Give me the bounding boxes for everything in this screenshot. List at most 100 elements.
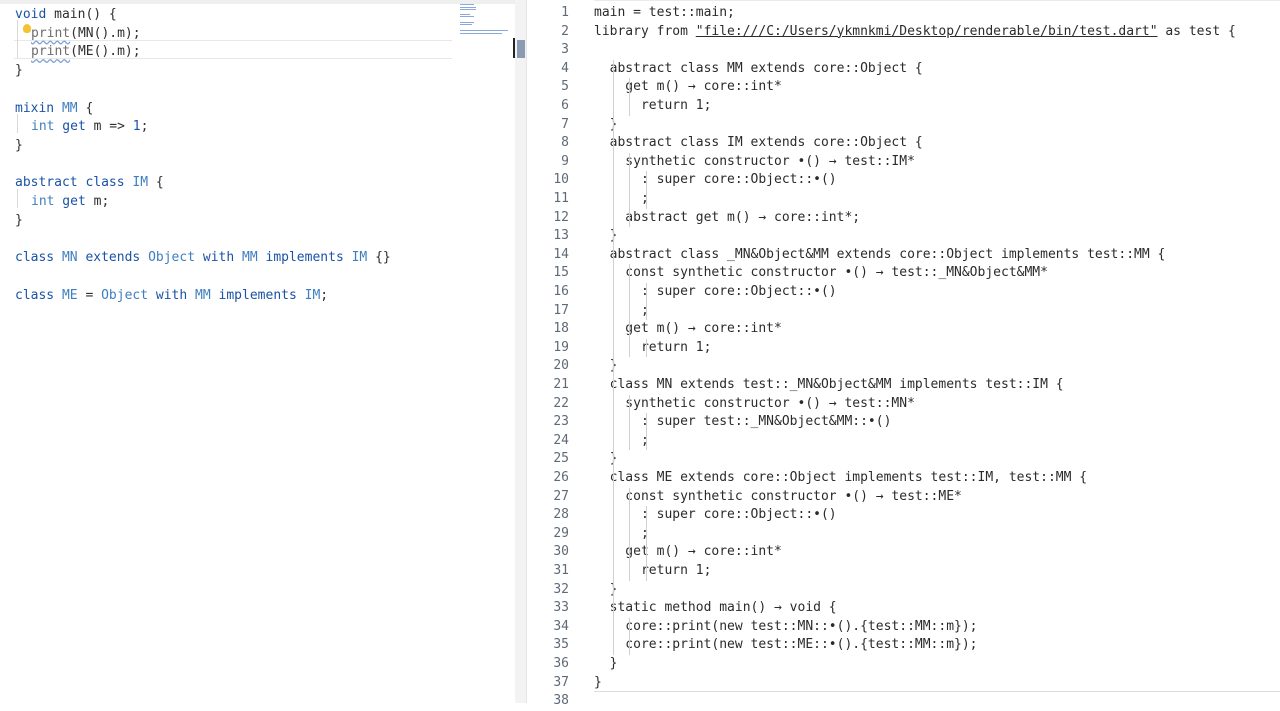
left-code-line[interactable]: class ME = Object with MM implements IM; bbox=[15, 286, 328, 305]
line-number: 26 bbox=[553, 470, 569, 485]
right-code-line[interactable]: } bbox=[594, 357, 618, 376]
file-link[interactable]: "file:///C:/Users/ykmnkmi/Desktop/render… bbox=[696, 24, 1158, 39]
left-code-line[interactable]: } bbox=[15, 61, 23, 80]
left-code-line[interactable]: print(MN().m); bbox=[31, 24, 141, 43]
code-token: m => bbox=[85, 119, 133, 135]
right-code-line[interactable]: } bbox=[594, 655, 618, 674]
code-token: } bbox=[15, 212, 23, 228]
text-cursor bbox=[513, 38, 515, 58]
line-number: 4 bbox=[561, 60, 569, 76]
right-code-line[interactable]: class MN extends test::_MN&Object&MM imp… bbox=[594, 376, 1064, 395]
line-number: 14 bbox=[553, 246, 569, 262]
line-number: 22 bbox=[553, 395, 569, 411]
right-code-line[interactable]: get m() → core::int* bbox=[594, 320, 782, 339]
line-number: 2 bbox=[561, 23, 569, 39]
line-number: 6 bbox=[561, 98, 569, 113]
lightbulb-icon[interactable] bbox=[23, 24, 31, 33]
line-number: 30 bbox=[553, 544, 569, 560]
left-editor-top-strip bbox=[0, 0, 526, 4]
right-code-line[interactable]: ; bbox=[594, 525, 649, 544]
code-token: class bbox=[15, 250, 55, 266]
code-token: class bbox=[15, 287, 55, 303]
right-code-line[interactable]: : super core::Object::•() bbox=[594, 506, 837, 525]
line-number: 1 bbox=[561, 5, 569, 20]
line-number: 16 bbox=[553, 284, 569, 299]
line-number: 35 bbox=[553, 637, 569, 653]
code-token: { bbox=[155, 175, 164, 191]
indent-guide bbox=[645, 338, 647, 358]
left-code-line[interactable]: void main() { bbox=[15, 5, 117, 24]
right-code-line[interactable]: ; bbox=[594, 432, 649, 451]
code-token: .m); bbox=[109, 44, 141, 60]
right-code-line[interactable]: synthetic constructor •() → test::MN* bbox=[594, 395, 915, 414]
indent-guide bbox=[629, 264, 631, 358]
right-code-line[interactable]: ; bbox=[594, 302, 649, 321]
line-number: 32 bbox=[553, 581, 569, 597]
code-token: { bbox=[85, 100, 94, 116]
left-code-line[interactable]: mixin MM { bbox=[15, 99, 93, 118]
left-scrollbar-thumb[interactable] bbox=[517, 40, 525, 58]
left-code-line[interactable]: class MN extends Object with MM implemen… bbox=[15, 248, 391, 267]
right-code-line[interactable]: main = test::main; bbox=[594, 4, 735, 23]
code-token: library from bbox=[594, 23, 696, 39]
right-code-line[interactable]: } bbox=[594, 581, 618, 600]
code-token: implements bbox=[218, 287, 297, 303]
right-code-line[interactable]: : super core::Object::•() bbox=[594, 171, 837, 190]
code-token: ; bbox=[140, 119, 149, 135]
right-code-line[interactable]: core::print(new test::MN::•().{test::MM:… bbox=[594, 618, 977, 637]
right-code-line[interactable]: core::print(new test::ME::•().{test::MM:… bbox=[594, 636, 977, 655]
right-code-line[interactable]: static method main() → void { bbox=[594, 599, 837, 618]
left-code-line[interactable]: int get m; bbox=[31, 192, 109, 211]
left-scrollbar[interactable] bbox=[515, 0, 526, 703]
right-code-line[interactable]: get m() → core::int* bbox=[594, 543, 782, 562]
right-code-line[interactable]: : super core::Object::•() bbox=[594, 283, 837, 302]
line-number: 10 bbox=[553, 172, 569, 188]
code-token: MN bbox=[54, 250, 86, 266]
left-code-line[interactable]: } bbox=[15, 211, 23, 230]
code-token: get bbox=[54, 119, 86, 135]
code-token: print bbox=[31, 44, 71, 60]
code-token: () bbox=[93, 44, 110, 60]
left-code-line[interactable]: } bbox=[15, 136, 23, 155]
line-number: 18 bbox=[553, 321, 569, 337]
right-code-line[interactable]: } bbox=[594, 450, 618, 469]
right-code-line[interactable]: library from "file:///C:/Users/ykmnkmi/D… bbox=[594, 23, 1236, 42]
line-number: 33 bbox=[553, 600, 569, 616]
indent-guide bbox=[645, 171, 647, 209]
line-number: 37 bbox=[553, 674, 569, 690]
right-code-line[interactable]: const synthetic constructor •() → test::… bbox=[594, 488, 962, 507]
code-token: 1 bbox=[132, 119, 141, 135]
right-code-line[interactable]: get m() → core::int* bbox=[594, 78, 782, 97]
line-number: 7 bbox=[561, 116, 569, 132]
right-code-line[interactable]: abstract class IM extends core::Object { bbox=[594, 134, 923, 153]
line-number: 15 bbox=[553, 265, 569, 281]
code-token: int bbox=[31, 119, 55, 135]
line-number: 19 bbox=[553, 339, 569, 355]
right-code-line[interactable]: ; bbox=[594, 190, 649, 209]
left-code-line[interactable]: abstract class IM { bbox=[15, 173, 164, 192]
left-code-line[interactable]: print(ME().m); bbox=[31, 42, 141, 61]
right-code-line[interactable]: const synthetic constructor •() → test::… bbox=[594, 264, 1048, 283]
left-code-line[interactable]: int get m => 1; bbox=[31, 117, 148, 136]
right-code-line[interactable]: abstract get m() → core::int*; bbox=[594, 209, 860, 228]
line-number: 5 bbox=[561, 79, 569, 95]
right-code-line[interactable]: } bbox=[594, 116, 618, 135]
indent-guide bbox=[629, 152, 631, 228]
code-token: as test { bbox=[1157, 23, 1236, 39]
right-code-line[interactable]: abstract class MM extends core::Object { bbox=[594, 60, 923, 79]
right-code-line[interactable]: : super test::_MN&Object&MM::•() bbox=[594, 413, 891, 432]
right-code-line[interactable]: class ME extends core::Object implements… bbox=[594, 469, 1087, 488]
line-number: 20 bbox=[553, 358, 569, 374]
line-number: 11 bbox=[553, 191, 569, 206]
code-token: with bbox=[155, 287, 188, 303]
minimap[interactable] bbox=[458, 4, 512, 38]
line-number: 36 bbox=[553, 656, 569, 671]
indent-guide bbox=[645, 283, 647, 321]
right-code-line[interactable]: } bbox=[594, 227, 618, 246]
line-number: 38 bbox=[553, 693, 569, 709]
right-code-line[interactable]: } bbox=[594, 674, 602, 693]
right-code-line[interactable]: synthetic constructor •() → test::IM* bbox=[594, 153, 915, 172]
indent-guide bbox=[629, 394, 631, 451]
right-code-line[interactable]: abstract class _MN&Object&MM extends cor… bbox=[594, 246, 1166, 265]
code-token: implements bbox=[265, 250, 344, 266]
